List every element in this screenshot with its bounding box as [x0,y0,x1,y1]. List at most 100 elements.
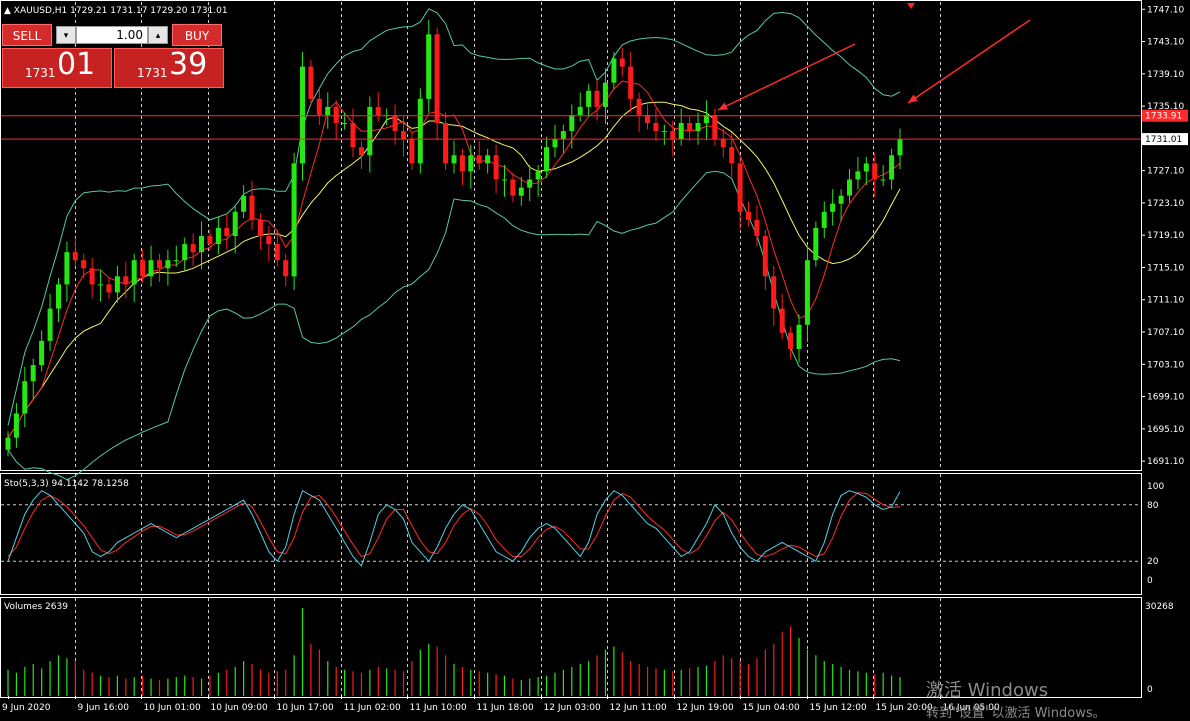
price-tick-label: 1703.10 [1147,360,1184,370]
current-price-label: 1731.01 [1145,135,1182,145]
candle-body [527,179,533,188]
candle-body [316,98,322,115]
candle-body [459,155,465,172]
candle-body [300,66,305,164]
time-tick-label: 11 Jun 18:00 [477,703,534,713]
candle-body [687,123,693,132]
candle-body [468,155,474,172]
candle-body [560,131,566,140]
sell-price-box[interactable]: 1731 01 [2,47,112,88]
stoch-header: Sto(5,3,3) 94.1142 78.1258 [4,479,129,489]
buy-button[interactable]: BUY [172,24,222,46]
sell-price-big: 01 [57,47,96,82]
windows-activation-subtext: 转到“设置”以激活 Windows。 [926,706,1106,721]
volume-header: Volumes 2639 [4,602,68,612]
candle-body [821,211,827,228]
candle-body [342,123,348,124]
candle-body [232,211,238,236]
candle-body [552,139,558,148]
candle-body [114,276,120,293]
price-tick-label: 1723.10 [1147,199,1184,209]
lot-decrease-button[interactable]: ▾ [56,26,76,44]
candle-body [131,260,137,285]
sell-button[interactable]: SELL [2,24,52,46]
candle-body [535,171,541,180]
candle-body [771,276,777,309]
candle-body [417,98,423,164]
candle-body [215,227,221,244]
candle-body [325,106,331,115]
candle-body [199,236,204,253]
candle-body [645,115,650,124]
candle-body [602,82,608,107]
candle-body [653,123,659,132]
candle-body [518,187,524,196]
candle-body [56,284,61,309]
candle-body [30,365,36,382]
candle-body [830,203,836,212]
time-tick-label: 11 Jun 02:00 [344,703,401,713]
arrow-head [907,3,915,9]
stoch-tick-label: 0 [1147,576,1153,586]
lot-size-input[interactable] [76,26,148,44]
candle-body [502,179,507,181]
candle-body [443,123,449,164]
time-tick-label: 10 Jun 17:00 [277,703,334,713]
candle-body [577,106,583,115]
candle-body [426,34,432,99]
candle-body [493,155,499,180]
price-tick-label: 1699.10 [1147,393,1184,403]
candle-body [779,308,785,333]
candle-body [746,211,751,220]
price-axis: 1747.101743.101739.101735.101731.011727.… [1141,5,1188,695]
time-tick-label: 10 Jun 09:00 [211,703,268,713]
candle-body [476,155,482,164]
buy-price-big: 39 [169,47,208,82]
candle-body [838,195,844,204]
candle-body [140,260,146,277]
candle-body [737,163,743,212]
stoch-tick-label: 20 [1147,557,1159,567]
time-tick-label: 10 Jun 01:00 [144,703,201,713]
candle-body [611,58,617,83]
sell-price-small: 1731 [25,66,56,80]
time-tick-label: 11 Jun 10:00 [410,703,467,713]
candle-body [695,123,701,132]
candle-body [703,115,709,124]
stoch-tick-label: 80 [1147,501,1159,511]
candle-body [889,155,895,180]
candle-body [89,268,95,285]
grid-lines [1,2,1141,696]
candle-body [720,139,726,148]
candle-body [156,260,162,269]
candle-body [619,58,625,67]
candle-body [788,332,794,349]
candle-body [880,179,886,181]
candle-body [451,155,457,164]
candle-body [190,244,196,253]
candle-body [274,244,280,261]
candle-body [847,179,852,196]
candle-body [401,131,406,140]
buy-price-box[interactable]: 1731 39 [114,47,224,88]
time-tick-label: 9 Jun 16:00 [78,703,130,713]
candle-body [333,106,339,123]
candle-body [510,179,516,196]
candle-body [98,284,103,286]
candle-body [855,171,861,180]
arrow-shaft [717,43,856,111]
buy-price-small: 1731 [137,66,168,80]
candle-body [81,260,87,269]
candle-body [670,131,676,140]
candle-body [485,155,491,164]
price-tick-label: 1743.10 [1147,38,1184,48]
candle-body [308,66,314,99]
arrow-head [908,94,918,103]
lot-increase-button[interactable]: ▴ [148,26,168,44]
candle-body [39,340,45,366]
candle-body [678,123,684,140]
price-tick-label: 1707.10 [1147,328,1184,338]
candle-body [754,219,760,236]
candle-body [64,252,70,285]
candle-body [813,227,819,261]
